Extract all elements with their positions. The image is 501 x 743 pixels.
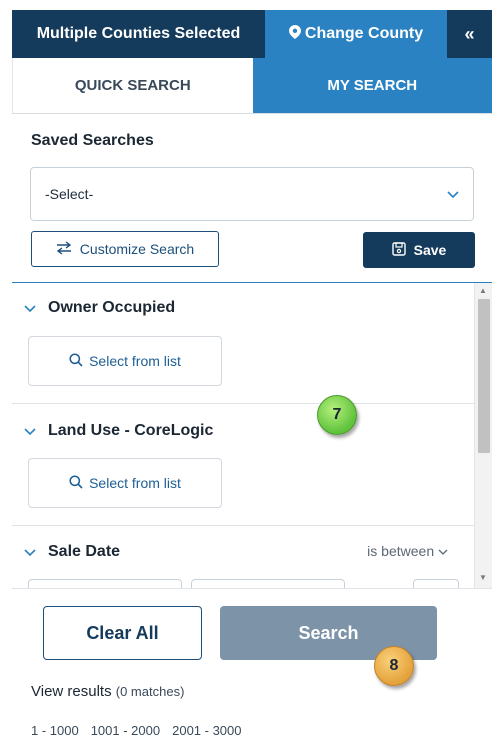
section-divider (12, 525, 474, 526)
scroll-down-icon[interactable]: ▼ (479, 573, 487, 582)
tab-quick-search[interactable]: QUICK SEARCH (12, 58, 253, 113)
callout-marker-8: 8 (374, 646, 414, 686)
section-land-use-header[interactable]: Land Use - CoreLogic (24, 422, 213, 440)
chevron-down-icon (447, 186, 459, 202)
save-label: Save (413, 242, 447, 258)
results-count: (0 matches) (115, 684, 185, 699)
chevron-down-icon (24, 423, 36, 439)
operator-label: is between (367, 543, 435, 559)
collapse-panel-icon[interactable]: « (447, 10, 492, 58)
view-results: View results (0 matches) (31, 683, 184, 700)
tab-my-search[interactable]: MY SEARCH (252, 58, 492, 113)
bottom-divider (12, 588, 492, 589)
change-county-button[interactable]: Change County (265, 10, 447, 58)
sale-date-operator-select[interactable]: is between (367, 543, 448, 559)
chevron-down-icon (24, 300, 36, 316)
section-title: Land Use - CoreLogic (48, 422, 214, 439)
swap-arrows-icon (56, 240, 72, 258)
scroll-up-icon[interactable]: ▲ (479, 286, 487, 295)
search-icon (69, 352, 83, 370)
select-from-list-label: Select from list (89, 475, 181, 491)
saved-searches-select[interactable]: -Select- (30, 167, 474, 221)
select-from-list-label: Select from list (89, 353, 181, 369)
view-results-label: View results (31, 683, 112, 700)
save-button[interactable]: Save (363, 232, 475, 268)
section-title: Sale Date (48, 543, 121, 560)
results-pages: 1 - 1000 1001 - 2000 2001 - 3000 (31, 723, 242, 738)
land-use-select-list-button[interactable]: Select from list (28, 458, 222, 508)
results-page-link[interactable]: 1001 - 2000 (91, 723, 160, 738)
results-page-link[interactable]: 2001 - 3000 (172, 723, 241, 738)
section-sale-date-header[interactable]: Sale Date (24, 543, 120, 561)
sale-date-to-input[interactable] (191, 579, 345, 588)
header-bar: Multiple Counties Selected Change County… (12, 10, 492, 58)
results-page-link[interactable]: 1 - 1000 (31, 723, 79, 738)
header-title: Multiple Counties Selected (12, 10, 265, 58)
callout-marker-7: 7 (317, 395, 357, 435)
criteria-scrollbar[interactable]: ▲ ▼ (474, 283, 492, 588)
floppy-disk-icon (391, 241, 406, 259)
saved-searches-value: -Select- (45, 186, 94, 202)
change-county-label: Change County (304, 25, 424, 42)
saved-searches-label: Saved Searches (31, 132, 154, 149)
search-icon (69, 474, 83, 492)
sale-date-calendar-button[interactable] (413, 579, 459, 588)
owner-occupied-select-list-button[interactable]: Select from list (28, 336, 222, 386)
chevron-down-icon (24, 544, 36, 560)
scrollbar-thumb[interactable] (478, 299, 490, 453)
section-owner-occupied-header[interactable]: Owner Occupied (24, 299, 175, 317)
section-divider (12, 403, 474, 404)
section-title: Owner Occupied (48, 299, 176, 316)
customize-search-button[interactable]: Customize Search (31, 231, 219, 267)
customize-search-label: Customize Search (79, 241, 195, 257)
clear-all-button[interactable]: Clear All (43, 606, 202, 660)
chevron-down-icon (438, 543, 448, 559)
map-pin-icon (288, 24, 301, 44)
search-tabs: QUICK SEARCH MY SEARCH (12, 58, 492, 114)
sale-date-from-input[interactable] (28, 579, 182, 588)
criteria-panel: Owner Occupied Select from list Land Use… (12, 283, 474, 588)
